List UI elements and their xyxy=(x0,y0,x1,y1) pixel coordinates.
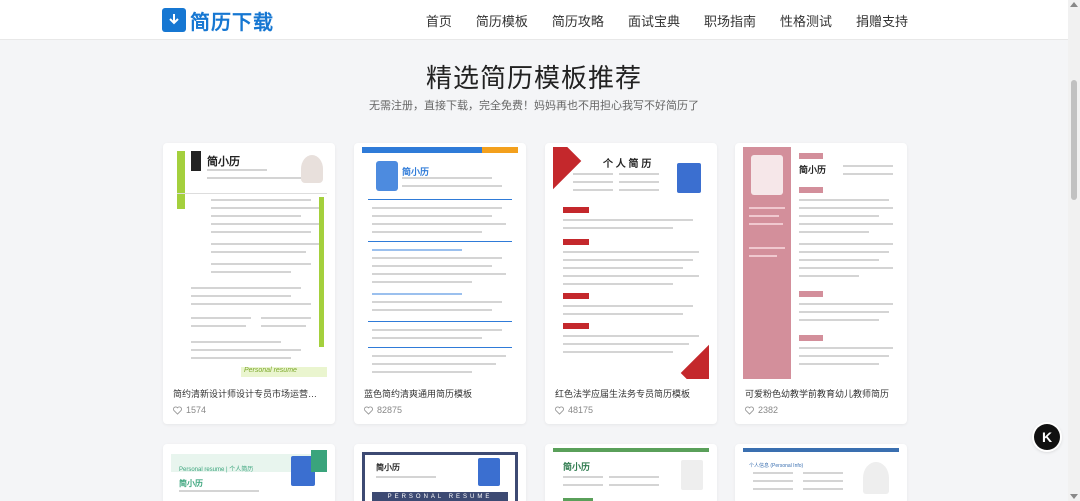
template-thumbnail[interactable]: 简小历 xyxy=(743,147,899,379)
like-count-value: 82875 xyxy=(377,405,403,415)
template-card[interactable]: 简小历 xyxy=(545,444,717,501)
floating-k-button[interactable]: K xyxy=(1034,424,1060,450)
thumb-name: 简小历 xyxy=(376,463,400,472)
avatar xyxy=(677,163,701,193)
template-card[interactable]: 简小历 蓝色简约清爽通用简历模板 82875 xyxy=(354,143,526,424)
template-title[interactable]: 红色法学应届生法务专员简历模板 xyxy=(555,387,707,400)
nav-item-personality[interactable]: 性格测试 xyxy=(780,11,832,30)
thumb-label: PERSONAL RESUME xyxy=(372,492,508,501)
template-thumbnail[interactable]: 个人信息 (Personal Info) xyxy=(743,448,899,501)
scroll-up-arrow-icon[interactable] xyxy=(1070,2,1078,7)
page-subtitle: 无需注册，直接下载，完全免费！妈妈再也不用担心我写不好简历了 xyxy=(369,100,699,112)
nav-item-guide[interactable]: 简历攻略 xyxy=(552,11,604,30)
like-count[interactable]: 2382 xyxy=(745,405,778,415)
template-card[interactable]: 个 人 简 历 红色法学应届生法务专员简历模板 48175 xyxy=(545,143,717,424)
download-icon xyxy=(162,8,186,32)
avatar xyxy=(301,155,323,183)
template-thumbnail[interactable]: Personal resume | 个人简历 简小历 xyxy=(171,448,327,501)
thumb-name: 简小历 xyxy=(207,156,240,168)
avatar xyxy=(376,161,398,191)
scrollbar[interactable] xyxy=(1068,0,1080,501)
template-card[interactable]: 简小历 Personal resume 简约清新设计师设计专员市场运营新媒体运.… xyxy=(163,143,335,424)
template-title[interactable]: 简约清新设计师设计专员市场运营新媒体运... xyxy=(173,387,325,400)
like-count[interactable]: 1574 xyxy=(173,405,206,415)
nav-item-templates[interactable]: 简历模板 xyxy=(476,11,528,30)
template-thumbnail[interactable]: 简小历 PERSONAL RESUME xyxy=(362,448,518,501)
scrollbar-thumb[interactable] xyxy=(1071,80,1077,200)
template-card[interactable]: 简小历 PERSONAL RESUME xyxy=(354,444,526,501)
nav-item-career[interactable]: 职场指南 xyxy=(704,11,756,30)
template-thumbnail[interactable]: 简小历 xyxy=(362,147,518,379)
template-thumbnail[interactable]: 简小历 Personal resume xyxy=(171,147,327,379)
like-count-value: 1574 xyxy=(186,405,207,415)
like-count-value: 48175 xyxy=(568,405,594,415)
thumb-label: Personal resume | 个人简历 xyxy=(179,467,254,473)
thumb-name: 简小历 xyxy=(799,165,827,175)
thumb-name: 简小历 xyxy=(179,479,203,488)
template-card[interactable]: 个人信息 (Personal Info) xyxy=(735,444,907,501)
thumb-name: 个 人 简 历 xyxy=(603,159,652,170)
heart-icon xyxy=(555,405,564,415)
avatar xyxy=(478,458,500,486)
like-count-value: 2382 xyxy=(758,405,779,415)
brand-name: 简历下载 xyxy=(190,11,274,34)
template-card[interactable]: 简小历 可爱粉色幼教学前教育幼儿教师简历 2382 xyxy=(735,143,907,424)
avatar xyxy=(681,460,703,490)
logo[interactable]: 简历下载 xyxy=(162,8,274,34)
main-menu: 首页 简历模板 简历攻略 面试宝典 职场指南 性格测试 捐赠支持 xyxy=(402,0,908,40)
top-nav: 简历下载 首页 简历模板 简历攻略 面试宝典 职场指南 性格测试 捐赠支持 xyxy=(0,0,1068,40)
thumb-label: 个人信息 (Personal Info) xyxy=(749,463,804,469)
template-thumbnail[interactable]: 个 人 简 历 xyxy=(553,147,709,379)
avatar xyxy=(751,155,783,195)
nav-item-home[interactable]: 首页 xyxy=(426,11,452,30)
template-title[interactable]: 可爱粉色幼教学前教育幼儿教师简历 xyxy=(745,387,897,400)
nav-item-donate[interactable]: 捐赠支持 xyxy=(856,11,908,30)
scroll-down-arrow-icon[interactable] xyxy=(1070,494,1078,499)
heart-icon xyxy=(173,405,182,415)
like-count[interactable]: 48175 xyxy=(555,405,593,415)
heart-icon xyxy=(364,405,373,415)
page-title: 精选简历模板推荐 xyxy=(425,63,642,93)
nav-item-interview[interactable]: 面试宝典 xyxy=(628,11,680,30)
template-card[interactable]: Personal resume | 个人简历 简小历 xyxy=(163,444,335,501)
template-thumbnail[interactable]: 简小历 xyxy=(553,448,709,501)
thumb-name: 简小历 xyxy=(563,462,591,472)
template-title[interactable]: 蓝色简约清爽通用简历模板 xyxy=(364,387,516,400)
heart-icon xyxy=(745,405,754,415)
avatar xyxy=(863,462,889,494)
like-count[interactable]: 82875 xyxy=(364,405,402,415)
